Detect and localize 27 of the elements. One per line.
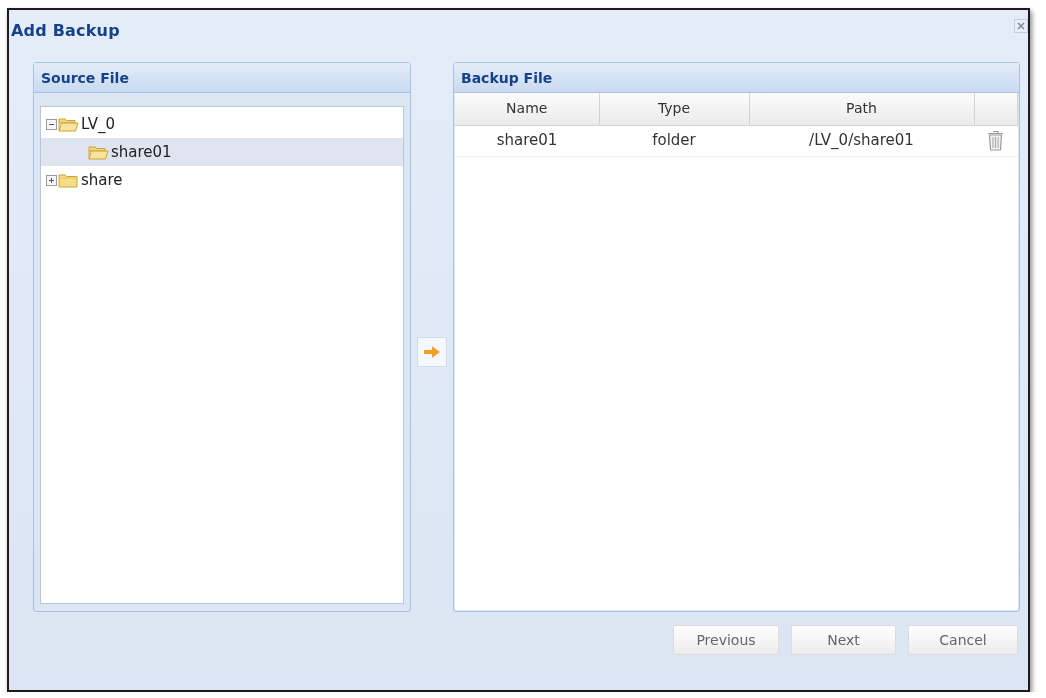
tree-row[interactable]: share (41, 166, 403, 194)
tree-row[interactable]: share01 (41, 138, 403, 166)
dialog-button[interactable]: Cancel (908, 625, 1018, 655)
window-title: Add Backup (11, 20, 120, 42)
add-to-backup-button[interactable] (417, 337, 447, 367)
folder-icon (58, 172, 79, 188)
open-folder-icon (88, 144, 109, 160)
dialog-button[interactable]: Previous (673, 625, 779, 655)
table-cell: folder (599, 125, 749, 156)
column-header[interactable]: Path (749, 93, 974, 125)
table-cell: /LV_0/share01 (749, 125, 974, 156)
tree-node-label: share (81, 169, 123, 191)
tree-node-label: share01 (111, 141, 172, 163)
column-header[interactable]: Name (455, 93, 599, 125)
close-icon[interactable] (1014, 19, 1028, 33)
open-folder-icon (58, 116, 79, 132)
panel-title: Source File (34, 63, 410, 93)
panel-title: Backup File (454, 63, 1019, 93)
tree-node-label: LV_0 (81, 113, 115, 135)
tree-row[interactable]: LV_0 (41, 110, 403, 138)
minus-box-icon[interactable] (46, 118, 57, 130)
table-cell: share01 (455, 125, 599, 156)
plus-box-icon[interactable] (46, 174, 57, 186)
trash-icon[interactable] (987, 130, 1005, 151)
dialog-button[interactable]: Next (791, 625, 896, 655)
arrow-right-icon (424, 346, 440, 358)
column-header[interactable]: Type (599, 93, 749, 125)
